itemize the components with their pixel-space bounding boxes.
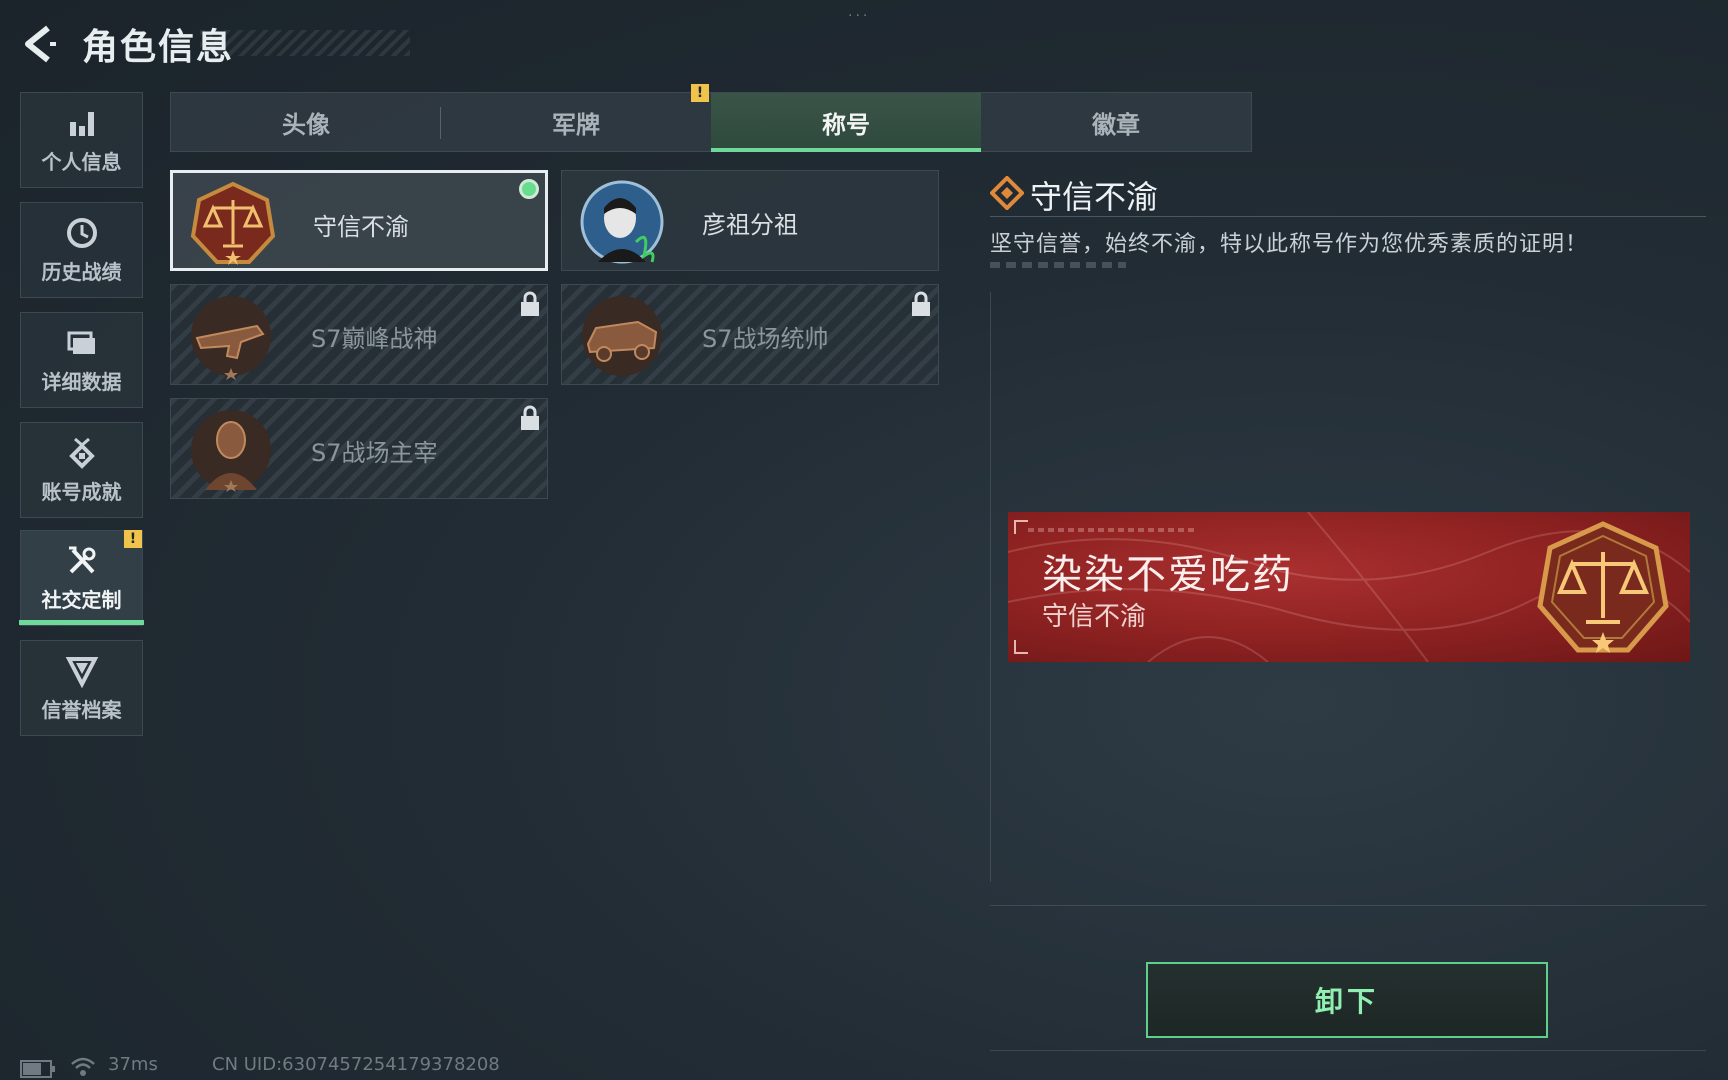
nav-active-indicator xyxy=(19,620,144,625)
title-card[interactable]: S7巅峰战神 xyxy=(170,284,548,385)
nav-label: 个人信息 xyxy=(41,149,122,174)
title-card[interactable]: S7战场统帅 xyxy=(561,284,939,385)
tab-avatar[interactable]: 头像 xyxy=(171,93,441,151)
detail-decoration xyxy=(990,262,1126,268)
tab-label: 称号 xyxy=(822,110,870,139)
title-card[interactable]: S7战场主宰 xyxy=(170,398,548,499)
battery-icon xyxy=(20,1060,55,1078)
nameplate-decoration xyxy=(1028,528,1198,532)
nav-label: 历史战绩 xyxy=(41,259,122,284)
lock-icon xyxy=(521,291,539,316)
shield-icon xyxy=(65,656,98,688)
unequip-button[interactable]: 卸下 xyxy=(1146,962,1548,1038)
frame-line xyxy=(990,292,991,882)
detail-description: 坚守信誉，始终不渝，特以此称号作为您优秀素质的证明！ xyxy=(990,232,1589,257)
tab-badge[interactable]: 徽章 xyxy=(981,93,1251,151)
vehicle-emblem-icon xyxy=(582,296,662,376)
tab-title[interactable]: 称号 xyxy=(711,93,981,152)
page-title: 角色信息 xyxy=(82,27,235,68)
corner-bracket xyxy=(1014,520,1028,534)
frame-line xyxy=(990,1050,1706,1051)
tab-label: 徽章 xyxy=(1092,110,1140,139)
lock-icon xyxy=(521,405,539,430)
nav-item-details[interactable]: 详细数据 xyxy=(20,312,143,408)
title-label: 守信不渝 xyxy=(313,213,409,241)
nav-label: 详细数据 xyxy=(41,369,122,394)
tab-label: 军牌 xyxy=(552,110,600,139)
wifi-icon xyxy=(71,1057,95,1076)
portrait-emblem-icon xyxy=(580,180,664,264)
nav-item-credit[interactable]: 信誉档案 xyxy=(20,640,143,736)
title-label: S7巅峰战神 xyxy=(311,325,438,353)
alert-badge: ! xyxy=(124,530,142,548)
soldier-emblem-icon xyxy=(191,410,271,492)
scales-emblem-icon xyxy=(190,181,276,265)
tab-label: 头像 xyxy=(282,110,330,139)
title-card[interactable]: 守信不渝 xyxy=(170,170,548,271)
ping-text: 37ms xyxy=(108,1054,158,1075)
clock-icon xyxy=(66,217,97,248)
gun-emblem-icon xyxy=(191,296,271,380)
tab-dogtag[interactable]: 军牌 xyxy=(441,93,711,151)
nav-label: 账号成就 xyxy=(41,479,122,504)
scales-emblem-icon xyxy=(1537,521,1669,653)
bar-chart-icon xyxy=(69,111,94,136)
detail-title: 守信不渝 xyxy=(1030,178,1159,216)
nav-label: 社交定制 xyxy=(41,587,122,612)
nav-item-achievements[interactable]: 账号成就 xyxy=(20,422,143,518)
title-label: S7战场统帅 xyxy=(702,325,829,353)
category-tabs: 头像 军牌 称号 徽章 xyxy=(170,92,1252,152)
folder-icon xyxy=(67,331,95,354)
nameplate-player-name: 染染不爱吃药 xyxy=(1042,552,1294,598)
title-label: S7战场主宰 xyxy=(311,439,438,467)
nav-item-profile[interactable]: 个人信息 xyxy=(20,92,143,188)
medal-icon xyxy=(68,437,95,469)
corner-bracket xyxy=(1014,640,1028,654)
nav-label: 信誉档案 xyxy=(41,697,122,722)
title-card[interactable]: 彦祖分祖 xyxy=(561,170,939,271)
top-decoration: ··· xyxy=(848,8,871,24)
back-arrow-icon[interactable] xyxy=(18,22,62,66)
equipped-indicator xyxy=(519,179,539,199)
lock-icon xyxy=(912,291,930,316)
nav-item-history[interactable]: 历史战绩 xyxy=(20,202,143,298)
detail-divider xyxy=(990,216,1706,217)
tab-alert-badge: ! xyxy=(691,84,709,102)
frame-line xyxy=(990,905,1706,906)
nameplate-preview: 染染不爱吃药 守信不渝 xyxy=(1008,512,1690,662)
nameplate-title: 守信不渝 xyxy=(1042,602,1147,632)
uid-text: CN UID:6307457254179378208 xyxy=(212,1054,500,1075)
wrench-icon xyxy=(68,546,95,573)
title-diamond-icon xyxy=(990,176,1024,210)
title-label: 彦祖分祖 xyxy=(702,211,798,239)
